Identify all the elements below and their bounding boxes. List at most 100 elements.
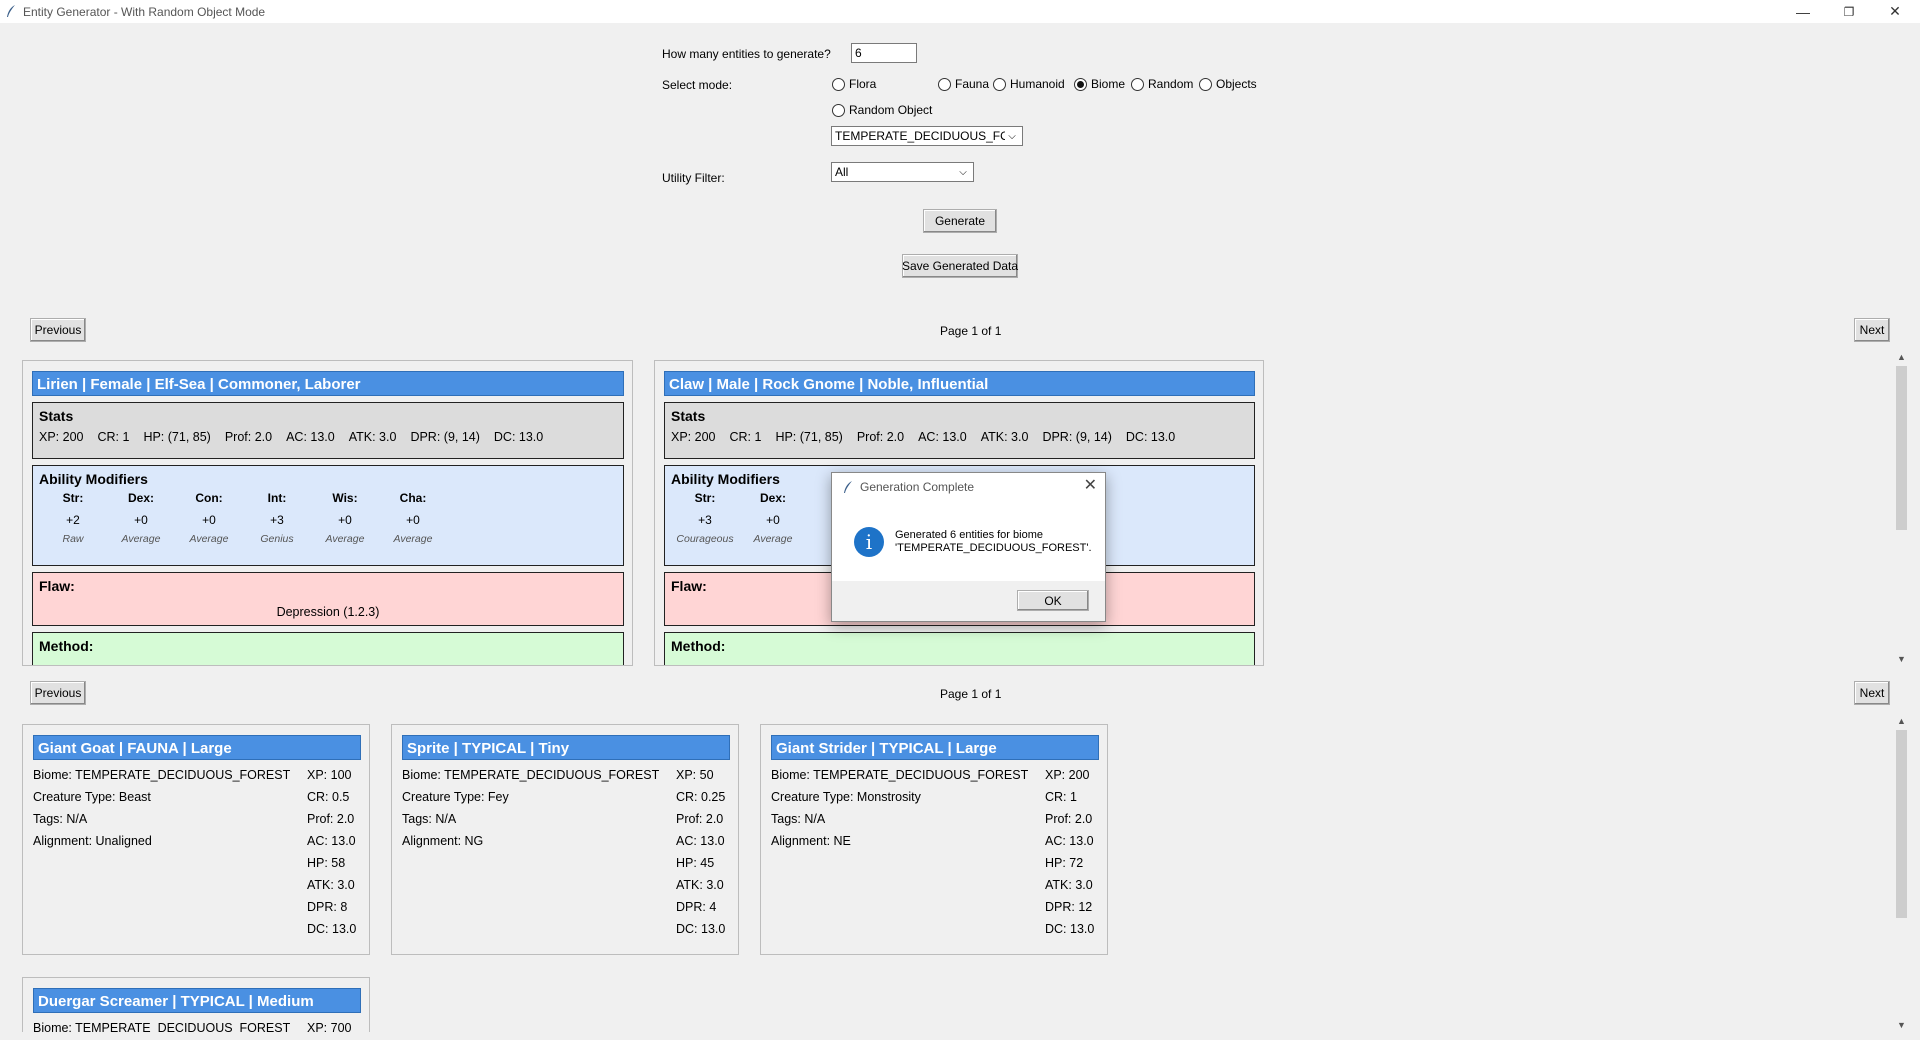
fauna-scrollbar[interactable]: ▲ ▼ [1893, 714, 1910, 1032]
top-previous-button[interactable]: Previous [30, 318, 86, 342]
ability-value: +3 [270, 513, 284, 527]
radio-label: Random Object [849, 103, 933, 117]
scroll-region-edge [0, 666, 1890, 676]
radio-circle [993, 77, 1006, 91]
ability-value: +2 [66, 513, 80, 527]
stat-atk: ATK: 3.0 [980, 430, 1029, 444]
count-label: How many entities to generate? [662, 47, 831, 61]
close-button[interactable]: ✕ [1872, 0, 1918, 23]
humanoid-scrollbar[interactable]: ▲ ▼ [1893, 350, 1910, 666]
mode-radio-random[interactable]: Random [1131, 77, 1193, 91]
fauna-creature-type: Creature Type: Beast [33, 790, 151, 804]
window-title: Entity Generator - With Random Object Mo… [23, 5, 266, 19]
bottom-previous-button[interactable]: Previous [30, 681, 86, 705]
ability-desc: Average [393, 533, 433, 545]
fauna-header: Giant Strider | TYPICAL | Large [771, 735, 1099, 760]
fauna-creature-type: Creature Type: Monstrosity [771, 790, 921, 804]
top-next-button[interactable]: Next [1854, 318, 1890, 342]
fauna-card: Giant Strider | TYPICAL | Large Biome: T… [760, 724, 1108, 955]
ok-button[interactable]: OK [1017, 590, 1089, 611]
fauna-hp: HP: 58 [307, 856, 346, 870]
stats-line: XP: 200 CR: 1 HP: (71, 85) Prof: 2.0 AC:… [671, 430, 1248, 444]
radio-label: Humanoid [1010, 77, 1065, 91]
fauna-biome: Biome: TEMPERATE_DECIDUOUS_FOREST [33, 1021, 291, 1032]
stat-cr: CR: 1 [729, 430, 762, 444]
stat-dc: DC: 13.0 [493, 430, 544, 444]
scroll-up-icon[interactable]: ▲ [1893, 352, 1910, 362]
scroll-down-icon[interactable]: ▼ [1893, 654, 1910, 664]
fauna-cr: CR: 1 [1045, 790, 1077, 804]
stats-title: Stats [671, 408, 706, 424]
ability-name: Con: [195, 491, 223, 505]
method-section: Method: [32, 632, 624, 665]
stat-dpr: DPR: (9, 14) [410, 430, 480, 444]
restore-icon: ❐ [1843, 4, 1855, 19]
minimize-button[interactable]: — [1780, 0, 1826, 23]
fauna-card: Duergar Screamer | TYPICAL | Medium Biom… [22, 977, 370, 1032]
scroll-up-icon[interactable]: ▲ [1893, 716, 1910, 726]
fauna-cr: CR: 0.5 [307, 790, 350, 804]
stat-ac: AC: 13.0 [918, 430, 967, 444]
mode-radio-fauna[interactable]: Fauna [938, 77, 989, 91]
radio-circle [1199, 77, 1212, 91]
ability-value: +3 [698, 513, 712, 527]
ability-desc: Average [189, 533, 229, 545]
mode-radio-biome[interactable]: Biome [1074, 77, 1125, 91]
ability-cha: Cha: +0 Average [379, 491, 447, 545]
stat-prof: Prof: 2.0 [224, 430, 273, 444]
count-input[interactable]: 6 [851, 43, 917, 63]
stats-section: Stats XP: 200 CR: 1 HP: (71, 85) Prof: 2… [32, 402, 624, 459]
humanoid-card: Lirien | Female | Elf-Sea | Commoner, La… [22, 360, 633, 666]
ability-name: Dex: [127, 491, 154, 505]
fauna-dc: DC: 13.0 [1045, 922, 1095, 936]
radio-circle [832, 103, 845, 117]
fauna-card: Giant Goat | FAUNA | Large Biome: TEMPER… [22, 724, 370, 955]
ability-dex: Dex: +0 Average [739, 491, 807, 545]
mode-radio-flora[interactable]: Flora [832, 77, 876, 91]
fauna-dpr: DPR: 8 [307, 900, 348, 914]
top-page-indicator: Page 1 of 1 [940, 324, 1002, 338]
scroll-down-icon[interactable]: ▼ [1893, 1020, 1910, 1030]
humanoid-header: Claw | Male | Rock Gnome | Noble, Influe… [664, 371, 1255, 396]
radio-circle [1074, 77, 1087, 91]
dialog-close-icon[interactable]: ✕ [1084, 475, 1097, 495]
radio-label: Biome [1091, 77, 1126, 91]
save-data-button[interactable]: Save Generated Data [902, 254, 1018, 278]
flaw-section: Flaw: Depression (1.2.3) [32, 572, 624, 626]
ability-str: Str: +2 Raw [39, 491, 107, 545]
humanoid-header: Lirien | Female | Elf-Sea | Commoner, La… [32, 371, 624, 396]
feather-icon [844, 481, 852, 493]
maximize-button[interactable]: ❐ [1826, 0, 1872, 23]
mode-radio-random-object[interactable]: Random Object [832, 103, 932, 117]
utility-label: Utility Filter: [662, 171, 725, 185]
stats-line: XP: 200 CR: 1 HP: (71, 85) Prof: 2.0 AC:… [39, 430, 617, 444]
mode-label: Select mode: [662, 78, 733, 92]
stat-xp: XP: 200 [39, 430, 84, 444]
bottom-next-button[interactable]: Next [1854, 681, 1890, 705]
ability-name: Str: [694, 491, 716, 505]
utility-select[interactable]: All ⌵ [831, 162, 974, 182]
scroll-thumb[interactable] [1896, 730, 1907, 918]
generate-button[interactable]: Generate [923, 209, 997, 233]
ability-int: Int: +3 Genius [243, 491, 311, 545]
fauna-biome: Biome: TEMPERATE_DECIDUOUS_FOREST [771, 768, 1029, 782]
stat-dpr: DPR: (9, 14) [1042, 430, 1112, 444]
radio-circle [938, 77, 951, 91]
radio-circle [1131, 77, 1144, 91]
ability-desc: Genius [260, 533, 294, 545]
method-section: Method: [664, 632, 1255, 665]
fauna-prof: Prof: 2.0 [1045, 812, 1093, 826]
radio-label: Flora [849, 77, 877, 91]
fauna-header: Giant Goat | FAUNA | Large [33, 735, 361, 760]
fauna-biome: Biome: TEMPERATE_DECIDUOUS_FOREST [33, 768, 291, 782]
ability-str: Str: +3 Courageous [671, 491, 739, 545]
ability-name: Int: [267, 491, 287, 505]
fauna-atk: ATK: 3.0 [307, 878, 355, 892]
mode-radio-objects[interactable]: Objects [1199, 77, 1257, 91]
biome-select[interactable]: TEMPERATE_DECIDUOUS_FOREST ⌵ [831, 126, 1023, 146]
scroll-thumb[interactable] [1896, 366, 1907, 530]
fauna-hp: HP: 72 [1045, 856, 1084, 870]
feather-icon [7, 5, 15, 17]
ability-desc: Courageous [676, 533, 734, 545]
mode-radio-humanoid[interactable]: Humanoid [993, 77, 1065, 91]
